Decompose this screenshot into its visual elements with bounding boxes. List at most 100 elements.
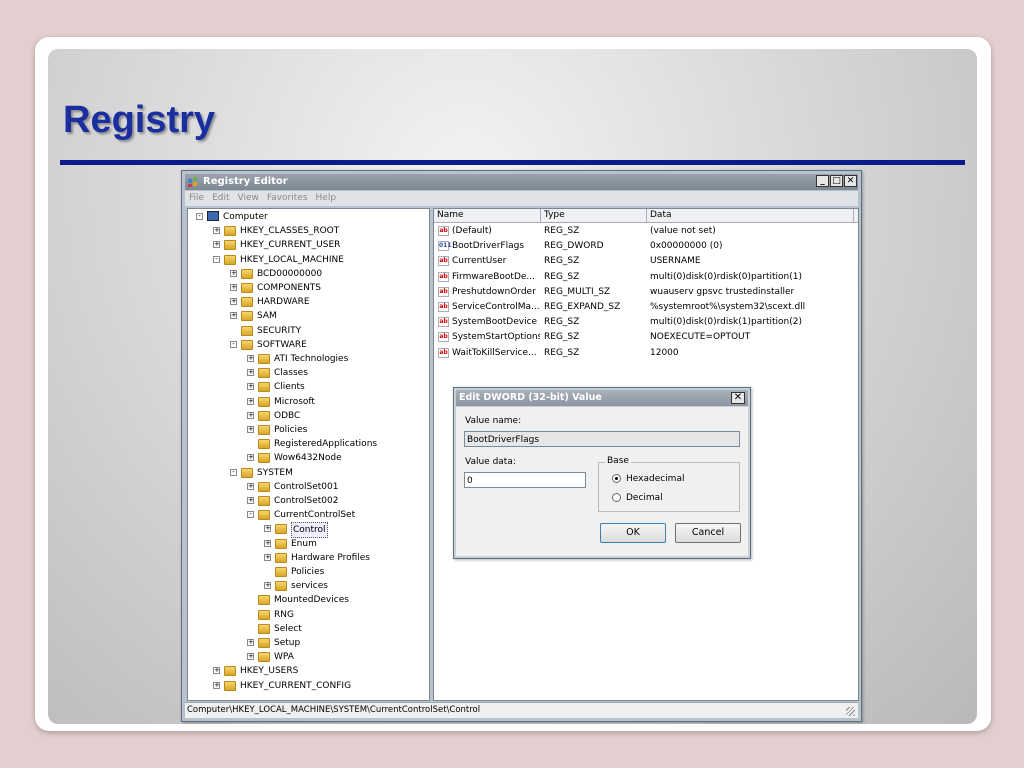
expand-icon[interactable]: + bbox=[264, 582, 271, 590]
value-data-input[interactable]: 0 bbox=[464, 472, 586, 488]
tree-node[interactable]: + ODBC bbox=[188, 409, 428, 423]
value-row[interactable]: ab PreshutdownOrder REG_MULTI_SZ wuauserv g… bbox=[434, 285, 858, 300]
expand-icon[interactable]: + bbox=[230, 298, 237, 306]
expand-icon[interactable]: + bbox=[247, 653, 254, 661]
hexadecimal-radio[interactable]: Hexadecimal bbox=[612, 473, 712, 485]
menu-favorites[interactable]: Favorites bbox=[267, 191, 308, 206]
menu-file[interactable]: File bbox=[189, 191, 204, 206]
expand-icon[interactable]: + bbox=[213, 227, 220, 235]
value-row[interactable]: 011 BootDriverFlags REG_DWORD 0x00000000 (0… bbox=[434, 239, 858, 254]
expand-icon[interactable]: + bbox=[247, 454, 254, 462]
tree-node[interactable]: + ATI Technologies bbox=[188, 352, 428, 366]
menu-edit[interactable]: Edit bbox=[212, 191, 229, 206]
expand-icon[interactable]: + bbox=[230, 269, 237, 277]
cancel-button[interactable]: Cancel bbox=[675, 523, 741, 543]
tree-node[interactable]: + SAM bbox=[188, 309, 428, 323]
tree-node[interactable]: + ControlSet002 bbox=[188, 494, 428, 508]
tree-node[interactable]: + Control bbox=[188, 522, 428, 539]
collapse-icon[interactable]: - bbox=[196, 213, 203, 220]
tree-node[interactable]: + HKEY_CURRENT_CONFIG bbox=[188, 679, 428, 693]
tree-node[interactable]: + Setup bbox=[188, 636, 428, 650]
dialog-title-bar[interactable]: Edit DWORD (32-bit) Value ✕ bbox=[456, 390, 748, 406]
dialog-title: Edit DWORD (32-bit) Value bbox=[459, 392, 602, 403]
tree-node-label: services bbox=[291, 581, 328, 592]
value-row[interactable]: ab FirmwareBootDe... REG_SZ multi(0)disk(0)… bbox=[434, 270, 858, 285]
tree-node[interactable]: + Microsoft bbox=[188, 395, 428, 409]
tree-node[interactable]: Policies bbox=[188, 565, 428, 579]
minimize-button[interactable]: _ bbox=[816, 175, 829, 187]
collapse-icon[interactable]: - bbox=[247, 511, 254, 519]
expand-icon[interactable]: + bbox=[247, 426, 254, 433]
expand-icon[interactable]: + bbox=[247, 397, 254, 405]
tree-node[interactable]: + Wow6432Node bbox=[188, 451, 428, 465]
expand-icon[interactable]: + bbox=[247, 369, 254, 377]
tree-node[interactable]: RegisteredApplications bbox=[188, 437, 428, 451]
value-row[interactable]: ab (Default) REG_SZ (value not set) bbox=[434, 224, 858, 239]
column-name[interactable]: Name bbox=[434, 209, 541, 222]
expand-icon[interactable]: + bbox=[264, 553, 271, 561]
tree-node[interactable]: RNG bbox=[188, 608, 428, 622]
tree-node[interactable]: - Computer bbox=[188, 210, 428, 224]
tree-node[interactable]: + COMPONENTS bbox=[188, 281, 428, 295]
ok-button[interactable]: OK bbox=[600, 523, 666, 543]
tree-node[interactable]: + HARDWARE bbox=[188, 295, 428, 309]
tree-node[interactable]: MountedDevices bbox=[188, 593, 428, 607]
expand-icon[interactable]: + bbox=[247, 383, 254, 391]
tree-node[interactable]: + Clients bbox=[188, 380, 428, 394]
value-row[interactable]: ab ServiceControlMa... REG_EXPAND_SZ %syste… bbox=[434, 300, 858, 315]
collapse-icon[interactable]: - bbox=[230, 340, 237, 348]
expand-icon[interactable]: + bbox=[247, 482, 254, 490]
value-name: BootDriverFlags bbox=[452, 241, 525, 252]
value-row[interactable]: ab WaitToKillService... REG_SZ 12000 bbox=[434, 346, 858, 361]
tree-node[interactable]: + services bbox=[188, 579, 428, 593]
tree-node[interactable]: + ControlSet001 bbox=[188, 480, 428, 494]
tree-node[interactable]: + HKEY_CLASSES_ROOT bbox=[188, 224, 428, 238]
menu-view[interactable]: View bbox=[238, 191, 259, 206]
value-row[interactable]: ab SystemBootDevice REG_SZ multi(0)disk(0)r… bbox=[434, 315, 858, 330]
expand-icon[interactable]: + bbox=[247, 355, 254, 362]
value-data: multi(0)disk(0)rdisk(1)partition(2) bbox=[650, 317, 802, 328]
expand-icon[interactable]: + bbox=[247, 639, 254, 646]
expand-icon[interactable]: + bbox=[213, 681, 220, 689]
column-type[interactable]: Type bbox=[541, 209, 647, 222]
expand-icon[interactable]: + bbox=[264, 525, 271, 533]
expand-icon[interactable]: + bbox=[213, 667, 220, 675]
tree-node[interactable]: + Classes bbox=[188, 366, 428, 380]
key-tree-pane[interactable]: - Computer + HKEY_CLASSES_ROOT + HKEY_CURRENT… bbox=[187, 208, 430, 701]
dialog-close-button[interactable]: ✕ bbox=[731, 392, 745, 404]
tree-node[interactable]: - HKEY_LOCAL_MACHINE bbox=[188, 253, 428, 267]
menu-help[interactable]: Help bbox=[316, 191, 337, 206]
tree-node[interactable]: - SOFTWARE bbox=[188, 338, 428, 352]
tree-node[interactable]: + HKEY_USERS bbox=[188, 664, 428, 678]
title-bar[interactable]: Registry Editor _ □ ✕ bbox=[185, 174, 858, 190]
decimal-radio[interactable]: Decimal bbox=[612, 492, 712, 504]
tree-node[interactable]: - CurrentControlSet bbox=[188, 508, 428, 522]
value-name-field[interactable]: BootDriverFlags bbox=[464, 431, 740, 447]
collapse-icon[interactable]: - bbox=[230, 468, 237, 476]
column-data[interactable]: Data bbox=[647, 209, 854, 222]
expand-icon[interactable]: + bbox=[213, 241, 220, 249]
tree-node[interactable]: Select bbox=[188, 622, 428, 636]
expand-icon[interactable]: + bbox=[247, 497, 254, 504]
expand-icon[interactable]: + bbox=[247, 411, 254, 419]
tree-node[interactable]: + HKEY_CURRENT_USER bbox=[188, 238, 428, 252]
tree-node-label: Clients bbox=[274, 382, 305, 393]
collapse-icon[interactable]: - bbox=[213, 255, 220, 263]
tree-node-label: HARDWARE bbox=[257, 297, 310, 308]
tree-node[interactable]: + Hardware Profiles bbox=[188, 551, 428, 565]
tree-node[interactable]: SECURITY bbox=[188, 324, 428, 338]
close-button[interactable]: ✕ bbox=[844, 175, 857, 187]
expand-icon[interactable]: + bbox=[264, 539, 271, 547]
folder-icon bbox=[258, 652, 270, 663]
value-row[interactable]: ab SystemStartOptions REG_SZ NOEXECUTE=OPT… bbox=[434, 330, 858, 345]
value-row[interactable]: ab CurrentUser REG_SZ USERNAME bbox=[434, 254, 858, 269]
expand-icon[interactable]: + bbox=[230, 284, 237, 291]
expand-icon[interactable]: + bbox=[230, 312, 237, 320]
tree-node[interactable]: - SYSTEM bbox=[188, 466, 428, 480]
tree-node[interactable]: + WPA bbox=[188, 650, 428, 664]
resize-grip[interactable] bbox=[846, 707, 855, 716]
tree-node[interactable]: + Policies bbox=[188, 423, 428, 437]
maximize-button[interactable]: □ bbox=[830, 175, 843, 187]
tree-node[interactable]: + Enum bbox=[188, 537, 428, 551]
tree-node[interactable]: + BCD00000000 bbox=[188, 267, 428, 281]
